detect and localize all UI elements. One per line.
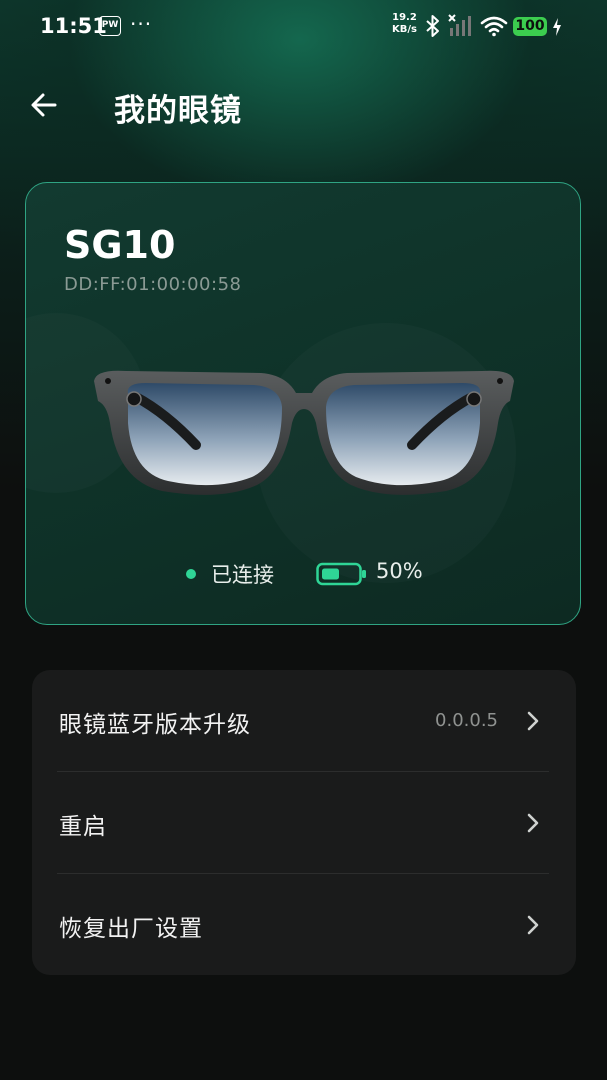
chevron-right-icon: [527, 813, 539, 833]
settings-item-label: 恢复出厂设置: [59, 916, 203, 942]
restart-item[interactable]: 重启: [32, 772, 576, 872]
bluetooth-firmware-upgrade-item[interactable]: 眼镜蓝牙版本升级 0.0.0.5: [32, 670, 576, 770]
device-battery-icon: [316, 562, 366, 586]
chevron-right-icon: [527, 915, 539, 935]
smart-glasses-image: [94, 370, 514, 495]
firmware-version: 0.0.0.5: [435, 710, 498, 731]
network-speed: 19.2 KB/s: [392, 12, 417, 35]
wifi-icon: [480, 16, 508, 37]
settings-item-label: 重启: [59, 814, 107, 840]
status-bar: 11:51 PW ··· 19.2 KB/s 100: [0, 0, 607, 54]
back-arrow-icon[interactable]: [28, 88, 62, 122]
battery-percentage: 50%: [376, 559, 423, 583]
device-name: SG10: [64, 223, 176, 267]
connected-indicator-icon: [186, 569, 196, 579]
factory-reset-item[interactable]: 恢复出厂设置: [32, 874, 576, 974]
app-notification-badge: PW: [99, 16, 121, 36]
settings-item-label: 眼镜蓝牙版本升级: [59, 712, 251, 738]
device-status-row: 已连接 50%: [26, 559, 580, 589]
chevron-right-icon: [527, 711, 539, 731]
connection-status: 已连接: [211, 563, 274, 587]
bluetooth-icon: [426, 15, 439, 37]
settings-panel: 眼镜蓝牙版本升级 0.0.0.5 重启 恢复出厂设置: [32, 670, 576, 975]
page-title: 我的眼镜: [114, 93, 242, 129]
more-notifications-icon: ···: [130, 12, 153, 36]
signal-off-icon: [448, 14, 471, 36]
charging-bolt-icon: [553, 18, 561, 36]
battery-level-indicator: 100: [513, 17, 547, 36]
status-time: 11:51: [40, 14, 107, 38]
device-card: SG10 DD:FF:01:00:00:58 已连接 50%: [25, 182, 581, 625]
device-mac-address: DD:FF:01:00:00:58: [64, 274, 242, 295]
